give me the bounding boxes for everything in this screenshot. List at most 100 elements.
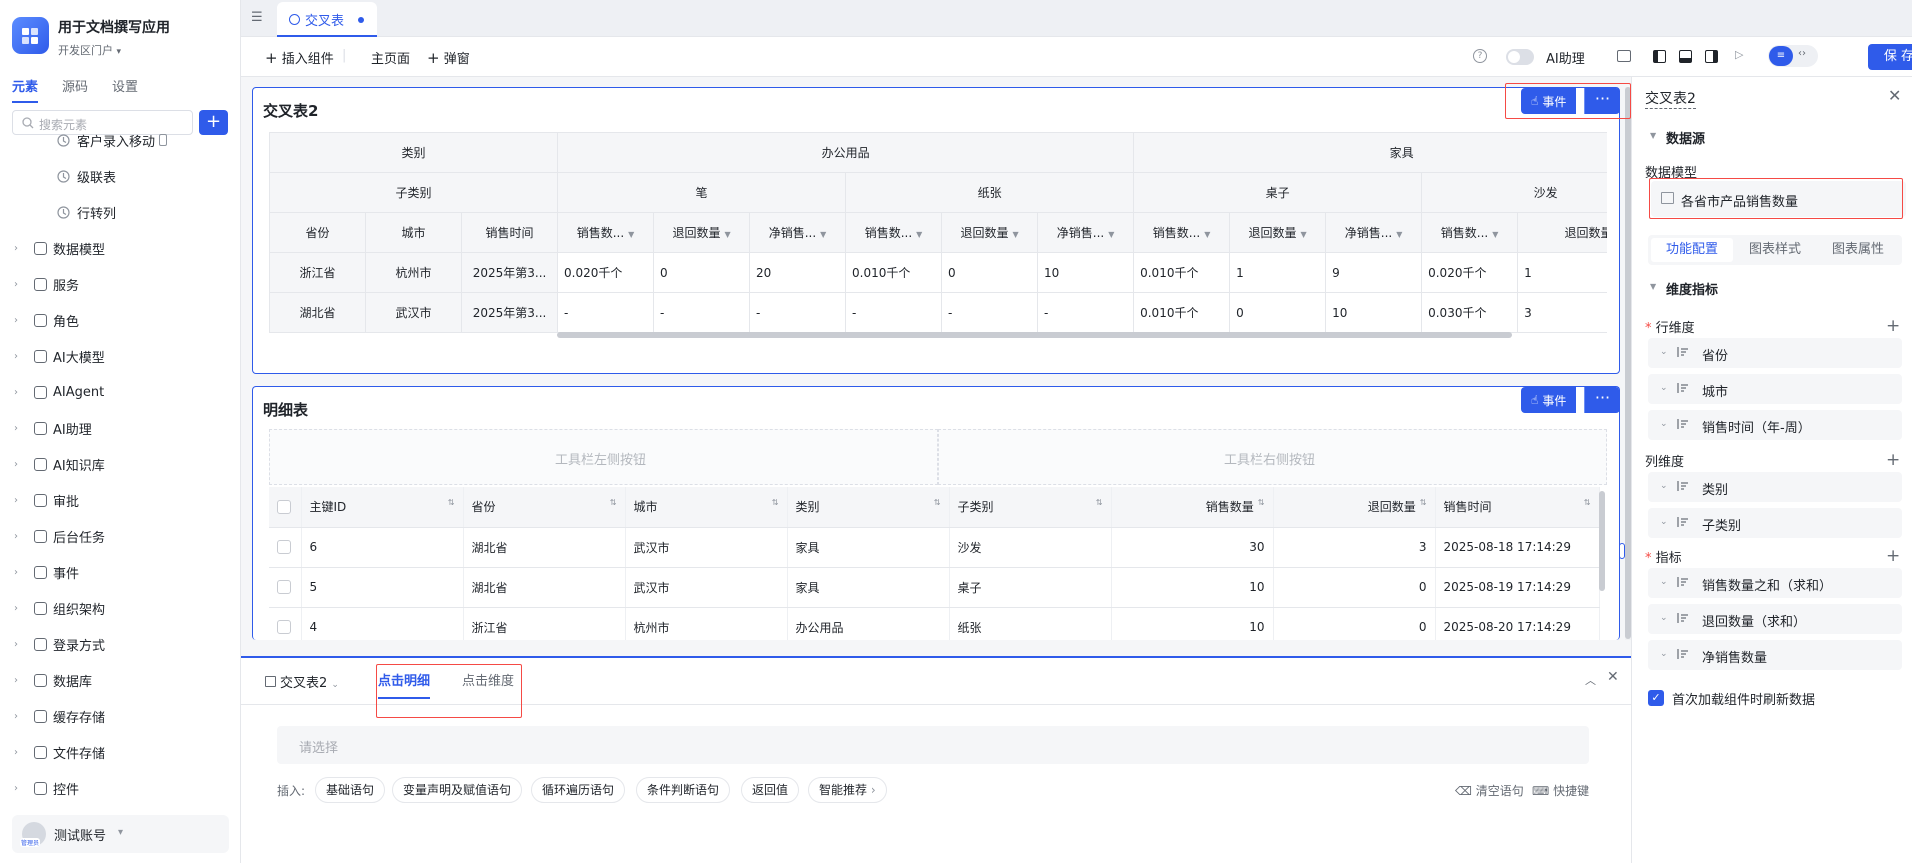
chevron-down-icon[interactable]: ⌄	[1660, 613, 1668, 623]
sort-icon[interactable]: ⇅	[1420, 498, 1427, 507]
dimension-field[interactable]: ⌄ 城市	[1648, 374, 1902, 404]
chevron-down-icon[interactable]: ⌄	[1660, 383, 1668, 393]
tree-group-item[interactable]: › AIAgent	[0, 374, 241, 410]
sort-icon[interactable]: ⇅	[1584, 498, 1591, 507]
table-cell[interactable]: 0	[1229, 292, 1327, 333]
refresh-checkbox[interactable]: ✓	[1648, 690, 1664, 706]
sort-icon[interactable]: ⇅	[448, 498, 455, 507]
tree-item-row-to-col[interactable]: 行转列	[56, 194, 116, 230]
tab-elements[interactable]: 元素	[12, 76, 39, 103]
table-cell[interactable]: 9	[1325, 252, 1423, 293]
table-row[interactable]: 6 湖北省 武汉市 家具 沙发 30 3 2025-08-18 17:14:29	[269, 527, 1600, 568]
table-cell[interactable]: -	[941, 292, 1039, 333]
table-cell[interactable]: 1	[1229, 252, 1327, 293]
tab-settings[interactable]: 设置	[112, 76, 138, 103]
table-cell[interactable]: 10	[1325, 292, 1423, 333]
table-cell[interactable]: 武汉市	[365, 292, 462, 333]
column-header[interactable]: 子类别 ⇅	[949, 487, 1112, 528]
collapse-triangle-icon[interactable]: ▼	[1650, 282, 1656, 291]
event-button[interactable]: ☝ 事件	[1521, 387, 1577, 413]
toolbar-left-slot[interactable]: 工具栏左侧按钮	[269, 429, 938, 485]
column-header[interactable]: 主键ID ⇅	[301, 487, 464, 528]
table-cell[interactable]: 0.020千个	[557, 252, 655, 293]
chevron-down-icon[interactable]: ⌄	[1660, 577, 1668, 587]
help-icon[interactable]: ?	[1473, 49, 1487, 63]
table-cell[interactable]: 0	[941, 252, 1039, 293]
dimension-field[interactable]: ⌄ 销售数量之和（求和）	[1648, 568, 1902, 598]
close-icon[interactable]: ✕	[1607, 669, 1619, 685]
table-cell[interactable]: 0.010千个	[845, 252, 943, 293]
table-cell[interactable]: 0	[653, 252, 751, 293]
table-cell[interactable]: 1	[1517, 252, 1607, 293]
dimension-field[interactable]: ⌄ 类别	[1648, 472, 1902, 502]
table-cell[interactable]: 浙江省	[269, 252, 366, 293]
tab-cross-table[interactable]: 交叉表	[277, 2, 377, 37]
tree-group-item[interactable]: › 角色	[0, 302, 241, 338]
tree-item-cascade[interactable]: 级联表	[56, 158, 116, 194]
table-cell[interactable]: 0.020千个	[1421, 252, 1519, 293]
dimension-field[interactable]: ⌄ 销售时间（年-周）	[1648, 410, 1902, 440]
add-metric-icon[interactable]: +	[1886, 548, 1900, 565]
account-switcher[interactable]: 管理员 测试账号 ▾	[12, 815, 229, 853]
measure-header[interactable]: 净销售... ▼	[749, 212, 847, 253]
tree-group-item[interactable]: › 审批	[0, 482, 241, 518]
more-button[interactable]: ···	[1584, 387, 1619, 413]
sort-icon[interactable]: ⇅	[1096, 498, 1103, 507]
row-checkbox[interactable]	[277, 540, 291, 555]
tab-chart-style[interactable]: 图表样式	[1734, 238, 1816, 262]
portal-selector[interactable]: 开发区门户 ▾	[58, 42, 121, 58]
measure-header[interactable]: 退回数量▼	[1229, 212, 1327, 253]
table-cell[interactable]: 10	[1037, 252, 1135, 293]
table-cell[interactable]: 3	[1517, 292, 1607, 333]
tree-group-item[interactable]: › 数据库	[0, 662, 241, 698]
add-col-dimension-icon[interactable]: +	[1886, 452, 1900, 469]
horizontal-scrollbar[interactable]	[557, 332, 1512, 338]
tab-source[interactable]: 源码	[62, 76, 88, 103]
panel-title[interactable]: 交叉表2	[1645, 88, 1696, 109]
table-row[interactable]: 5 湖北省 武汉市 家具 桌子 10 0 2025-08-19 17:14:29	[269, 567, 1600, 608]
chevron-down-icon[interactable]: ⌄	[1660, 649, 1668, 659]
row-select-cell[interactable]	[269, 567, 302, 608]
table-cell[interactable]: 0.010千个	[1133, 292, 1231, 333]
table-cell[interactable]: 2025年第3...	[460, 252, 559, 293]
cross-table-component[interactable]: 交叉表2 ☝ 事件 ··· 类别 办公用品 家具 子类别 笔 纸张 桌子 沙发 省…	[252, 87, 1620, 374]
measure-header[interactable]: 退回数量▼	[941, 212, 1039, 253]
bottom-panel-icon[interactable]	[1679, 50, 1692, 63]
tree-group-item[interactable]: › 后台任务	[0, 518, 241, 554]
tree-group-item[interactable]: › AI助理	[0, 410, 241, 446]
column-header[interactable]: 类别 ⇅	[787, 487, 950, 528]
collapse-sidebar-icon[interactable]: ☰	[251, 10, 263, 25]
dimension-field[interactable]: ⌄ 净销售数量	[1648, 640, 1902, 670]
main-page-button[interactable]: 主页面	[371, 48, 410, 67]
left-panel-icon[interactable]	[1653, 50, 1666, 63]
mode-switch[interactable]: ≡ ‹›	[1768, 45, 1818, 67]
chip-variable-statement[interactable]: 变量声明及赋值语句	[392, 777, 523, 803]
tree-group-item[interactable]: › 服务	[0, 266, 241, 302]
preview-play-icon[interactable]: ▷	[1735, 48, 1743, 61]
column-header[interactable]: 销售时间 ⇅	[1435, 487, 1600, 528]
measure-header[interactable]: 净销售... ▼	[1325, 212, 1423, 253]
measure-header[interactable]: 销售数... ▼	[557, 212, 655, 253]
tree-group-item[interactable]: › 文件存储	[0, 734, 241, 770]
table-cell[interactable]: -	[845, 292, 943, 333]
tree-group-item[interactable]: › 事件	[0, 554, 241, 590]
table-cell[interactable]: -	[557, 292, 655, 333]
sort-icon[interactable]: ⇅	[1258, 498, 1265, 507]
column-header[interactable]: 城市 ⇅	[625, 487, 788, 528]
chip-loop-statement[interactable]: 循环遍历语句	[531, 777, 626, 803]
table-cell[interactable]: -	[749, 292, 847, 333]
tree-item-customer-mobile[interactable]: 客户录入移动	[56, 122, 168, 158]
component-selector[interactable]: 交叉表2 ⌄	[265, 672, 339, 691]
close-icon[interactable]: ✕	[1888, 86, 1901, 105]
table-cell[interactable]: 湖北省	[269, 292, 366, 333]
row-checkbox[interactable]	[277, 620, 291, 635]
detail-table-component[interactable]: 明细表 ☝ 事件 ··· 工具栏左侧按钮 工具栏右侧按钮 主键ID ⇅ 省份 ⇅ 城市 ⇅ 类…	[252, 386, 1620, 640]
layout-icon[interactable]	[1617, 50, 1631, 62]
chip-return-value[interactable]: 返回值	[741, 777, 800, 803]
tree-group-item[interactable]: › 数据模型	[0, 230, 241, 266]
chevron-down-icon[interactable]: ⌄	[1660, 347, 1668, 357]
sort-icon[interactable]: ⇅	[772, 498, 779, 507]
dimension-field[interactable]: ⌄ 省份	[1648, 338, 1902, 368]
right-panel-icon[interactable]	[1705, 50, 1718, 63]
tree-group-item[interactable]: › AI大模型	[0, 338, 241, 374]
